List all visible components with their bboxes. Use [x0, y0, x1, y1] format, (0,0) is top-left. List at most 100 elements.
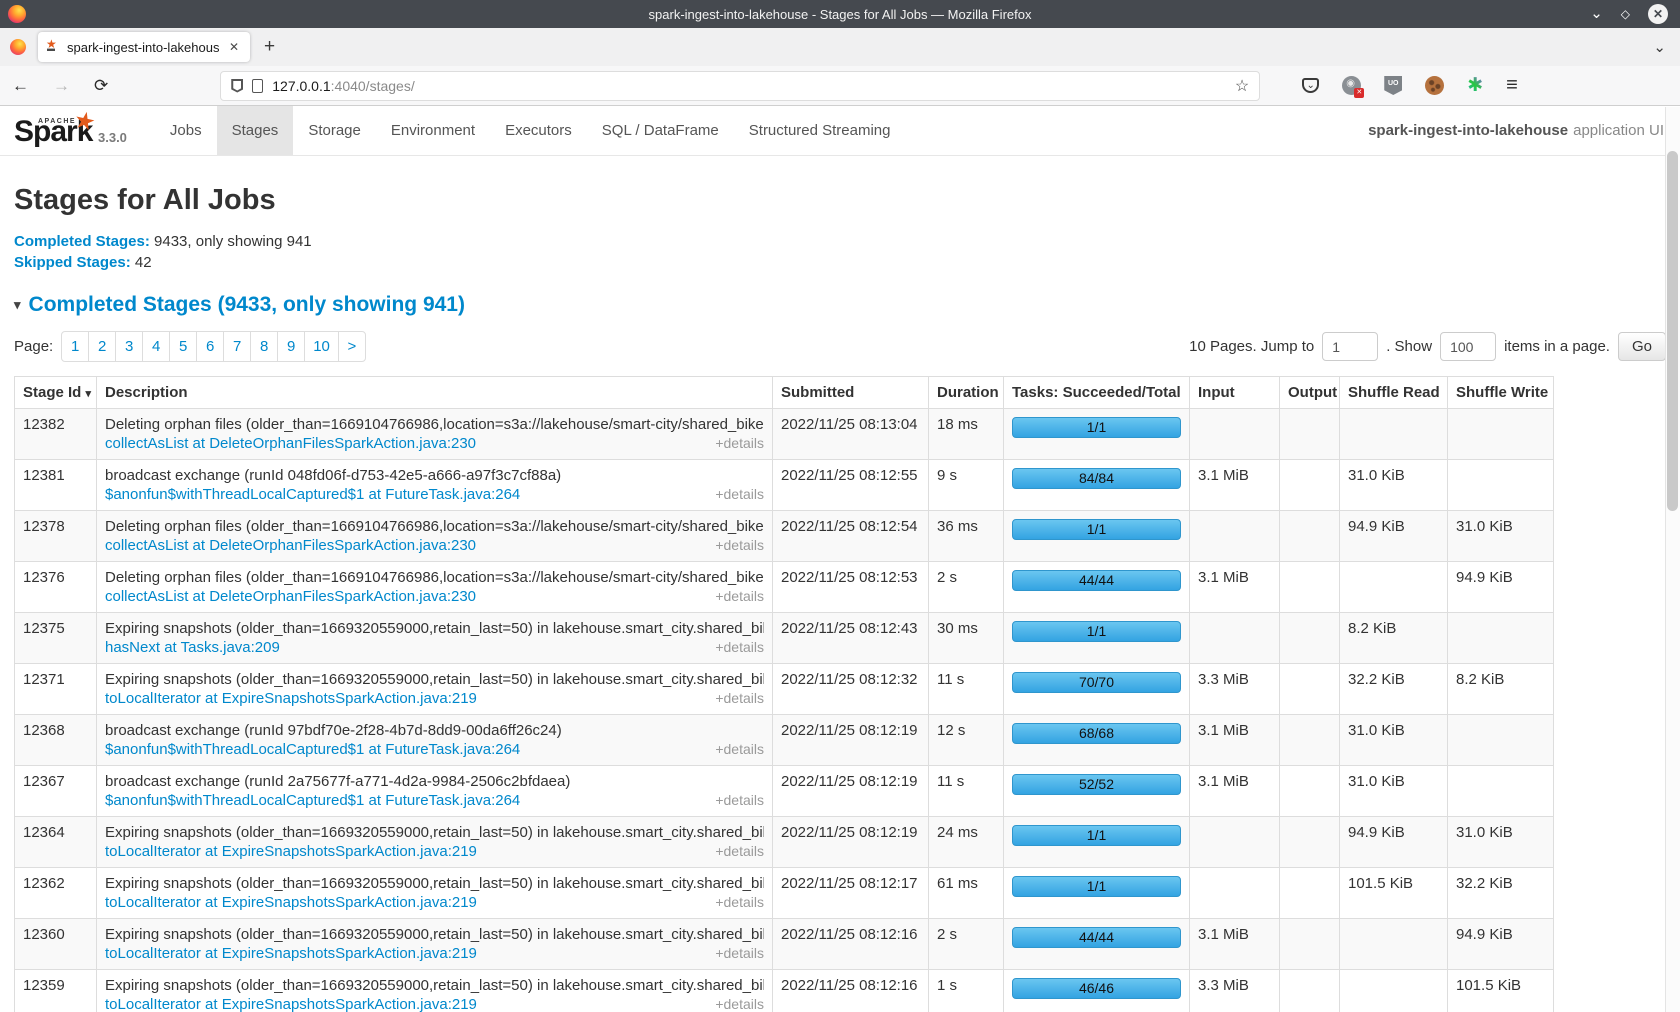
stage-callsite-link[interactable]: collectAsList at DeleteOrphanFilesSparkA… — [105, 537, 476, 554]
col-tasks[interactable]: Tasks: Succeeded/Total — [1004, 377, 1190, 409]
application-suffix: application UI — [1573, 122, 1664, 139]
shuffle-write-cell: 101.5 KiB — [1448, 970, 1554, 1012]
page-button-9[interactable]: 9 — [277, 331, 305, 362]
description-cell: Expiring snapshots (older_than=166932055… — [97, 817, 773, 868]
nav-tab-jobs[interactable]: Jobs — [155, 106, 217, 155]
reload-icon[interactable]: ⟳ — [82, 76, 120, 96]
stage-table-row: 12364 Expiring snapshots (older_than=166… — [15, 817, 1554, 868]
stage-callsite-link[interactable]: toLocalIterator at ExpireSnapshotsSparkA… — [105, 945, 477, 962]
page-button-1[interactable]: 1 — [61, 331, 89, 362]
menu-icon[interactable]: ≡ — [1506, 74, 1518, 97]
col-stage-id[interactable]: Stage Id ▾ — [15, 377, 97, 409]
window-close-icon[interactable]: ✕ — [1648, 4, 1668, 24]
nav-tab-environment[interactable]: Environment — [376, 106, 490, 155]
stage-table-row: 12376 Deleting orphan files (older_than=… — [15, 562, 1554, 613]
nav-tab-structured-streaming[interactable]: Structured Streaming — [734, 106, 906, 155]
ublock-shield-icon[interactable]: UO — [1384, 76, 1402, 95]
col-submitted[interactable]: Submitted — [773, 377, 929, 409]
description-cell: broadcast exchange (runId 97bdf70e-2f28-… — [97, 715, 773, 766]
browser-tab[interactable]: spark-ingest-into-lakehous ✕ — [38, 32, 250, 62]
stage-table-row: 12375 Expiring snapshots (older_than=166… — [15, 613, 1554, 664]
stage-callsite-link[interactable]: collectAsList at DeleteOrphanFilesSparkA… — [105, 588, 476, 605]
nav-tab-stages[interactable]: Stages — [217, 106, 294, 155]
url-text[interactable]: 127.0.0.1:4040/stages/ — [272, 78, 1226, 94]
output-cell — [1280, 562, 1340, 613]
page-button-10[interactable]: 10 — [304, 331, 339, 362]
tasks-cell: 46/46 — [1004, 970, 1190, 1012]
description-cell: Expiring snapshots (older_than=166932055… — [97, 664, 773, 715]
page-button-2[interactable]: 2 — [88, 331, 116, 362]
go-button[interactable]: Go — [1618, 332, 1666, 361]
stage-callsite-link[interactable]: toLocalIterator at ExpireSnapshotsSparkA… — [105, 894, 477, 911]
page-info-icon[interactable] — [252, 79, 263, 93]
details-toggle[interactable]: +details — [715, 792, 764, 808]
duration-cell: 30 ms — [929, 613, 1004, 664]
details-toggle[interactable]: +details — [715, 996, 764, 1012]
details-toggle[interactable]: +details — [715, 741, 764, 757]
jump-to-page-input[interactable] — [1322, 332, 1378, 361]
details-toggle[interactable]: +details — [715, 894, 764, 910]
pocket-icon[interactable]: ⌄ — [1302, 78, 1319, 93]
new-tab-button[interactable]: + — [264, 36, 275, 58]
details-toggle[interactable]: +details — [715, 690, 764, 706]
details-toggle[interactable]: +details — [715, 945, 764, 961]
spark-logo[interactable]: APACHE Spark ★ 3.3.0 — [0, 106, 127, 155]
cookie-extension-icon[interactable] — [1425, 76, 1444, 95]
page-button-8[interactable]: 8 — [250, 331, 278, 362]
details-toggle[interactable]: +details — [715, 843, 764, 859]
window-maximize-icon[interactable]: ◇ — [1621, 7, 1630, 21]
tab-close-icon[interactable]: ✕ — [226, 38, 242, 56]
page-button-6[interactable]: 6 — [196, 331, 224, 362]
url-bar[interactable]: 127.0.0.1:4040/stages/ ☆ — [220, 71, 1260, 101]
details-toggle[interactable]: +details — [715, 435, 764, 451]
stage-callsite-link[interactable]: $anonfun$withThreadLocalCaptured$1 at Fu… — [105, 741, 520, 758]
col-description[interactable]: Description — [97, 377, 773, 409]
col-shuffle-write[interactable]: Shuffle Write — [1448, 377, 1554, 409]
back-icon[interactable]: ← — [0, 76, 41, 96]
details-toggle[interactable]: +details — [715, 588, 764, 604]
stage-callsite-link[interactable]: $anonfun$withThreadLocalCaptured$1 at Fu… — [105, 486, 520, 503]
tasks-cell: 1/1 — [1004, 817, 1190, 868]
bookmark-star-icon[interactable]: ☆ — [1235, 76, 1249, 96]
forward-icon[interactable]: → — [41, 76, 82, 96]
completed-stages-section-toggle[interactable]: ▾ Completed Stages (9433, only showing 9… — [14, 293, 1666, 317]
stage-id-cell: 12364 — [15, 817, 97, 868]
page-button->[interactable]: > — [338, 331, 366, 362]
page-button-3[interactable]: 3 — [115, 331, 143, 362]
nav-tab-executors[interactable]: Executors — [490, 106, 587, 155]
stage-callsite-link[interactable]: hasNext at Tasks.java:209 — [105, 639, 280, 656]
page-button-5[interactable]: 5 — [169, 331, 197, 362]
scrollbar-thumb[interactable] — [1667, 151, 1678, 511]
page-button-4[interactable]: 4 — [142, 331, 170, 362]
col-duration[interactable]: Duration — [929, 377, 1004, 409]
tracking-protection-shield-icon[interactable] — [231, 79, 243, 93]
tasks-cell: 44/44 — [1004, 562, 1190, 613]
nav-tab-storage[interactable]: Storage — [293, 106, 376, 155]
tab-overflow-icon[interactable]: ⌄ — [1653, 38, 1666, 56]
window-minimize-icon[interactable]: ⌄ — [1590, 9, 1603, 19]
nav-tab-sql-dataframe[interactable]: SQL / DataFrame — [587, 106, 734, 155]
details-toggle[interactable]: +details — [715, 639, 764, 655]
stage-id-cell: 12362 — [15, 868, 97, 919]
firefox-view-icon[interactable] — [10, 39, 26, 55]
col-input[interactable]: Input — [1190, 377, 1280, 409]
shuffle-read-cell — [1340, 919, 1448, 970]
show-text: . Show — [1386, 338, 1432, 355]
page-button-7[interactable]: 7 — [223, 331, 251, 362]
stage-callsite-link[interactable]: toLocalIterator at ExpireSnapshotsSparkA… — [105, 996, 477, 1012]
shuffle-read-cell: 8.2 KiB — [1340, 613, 1448, 664]
page-scrollbar[interactable] — [1665, 107, 1680, 1012]
stage-callsite-link[interactable]: toLocalIterator at ExpireSnapshotsSparkA… — [105, 843, 477, 860]
stage-callsite-link[interactable]: $anonfun$withThreadLocalCaptured$1 at Fu… — [105, 792, 520, 809]
col-output[interactable]: Output — [1280, 377, 1340, 409]
stage-callsite-link[interactable]: toLocalIterator at ExpireSnapshotsSparkA… — [105, 690, 477, 707]
description-cell: Expiring snapshots (older_than=166932055… — [97, 613, 773, 664]
account-container-icon[interactable] — [1342, 76, 1361, 95]
details-toggle[interactable]: +details — [715, 537, 764, 553]
col-shuffle-read[interactable]: Shuffle Read — [1340, 377, 1448, 409]
stage-callsite-link[interactable]: collectAsList at DeleteOrphanFilesSparkA… — [105, 435, 476, 452]
extension-asterisk-icon[interactable]: ✱ — [1467, 74, 1483, 97]
shuffle-write-cell: 31.0 KiB — [1448, 817, 1554, 868]
items-per-page-input[interactable] — [1440, 332, 1496, 361]
details-toggle[interactable]: +details — [715, 486, 764, 502]
